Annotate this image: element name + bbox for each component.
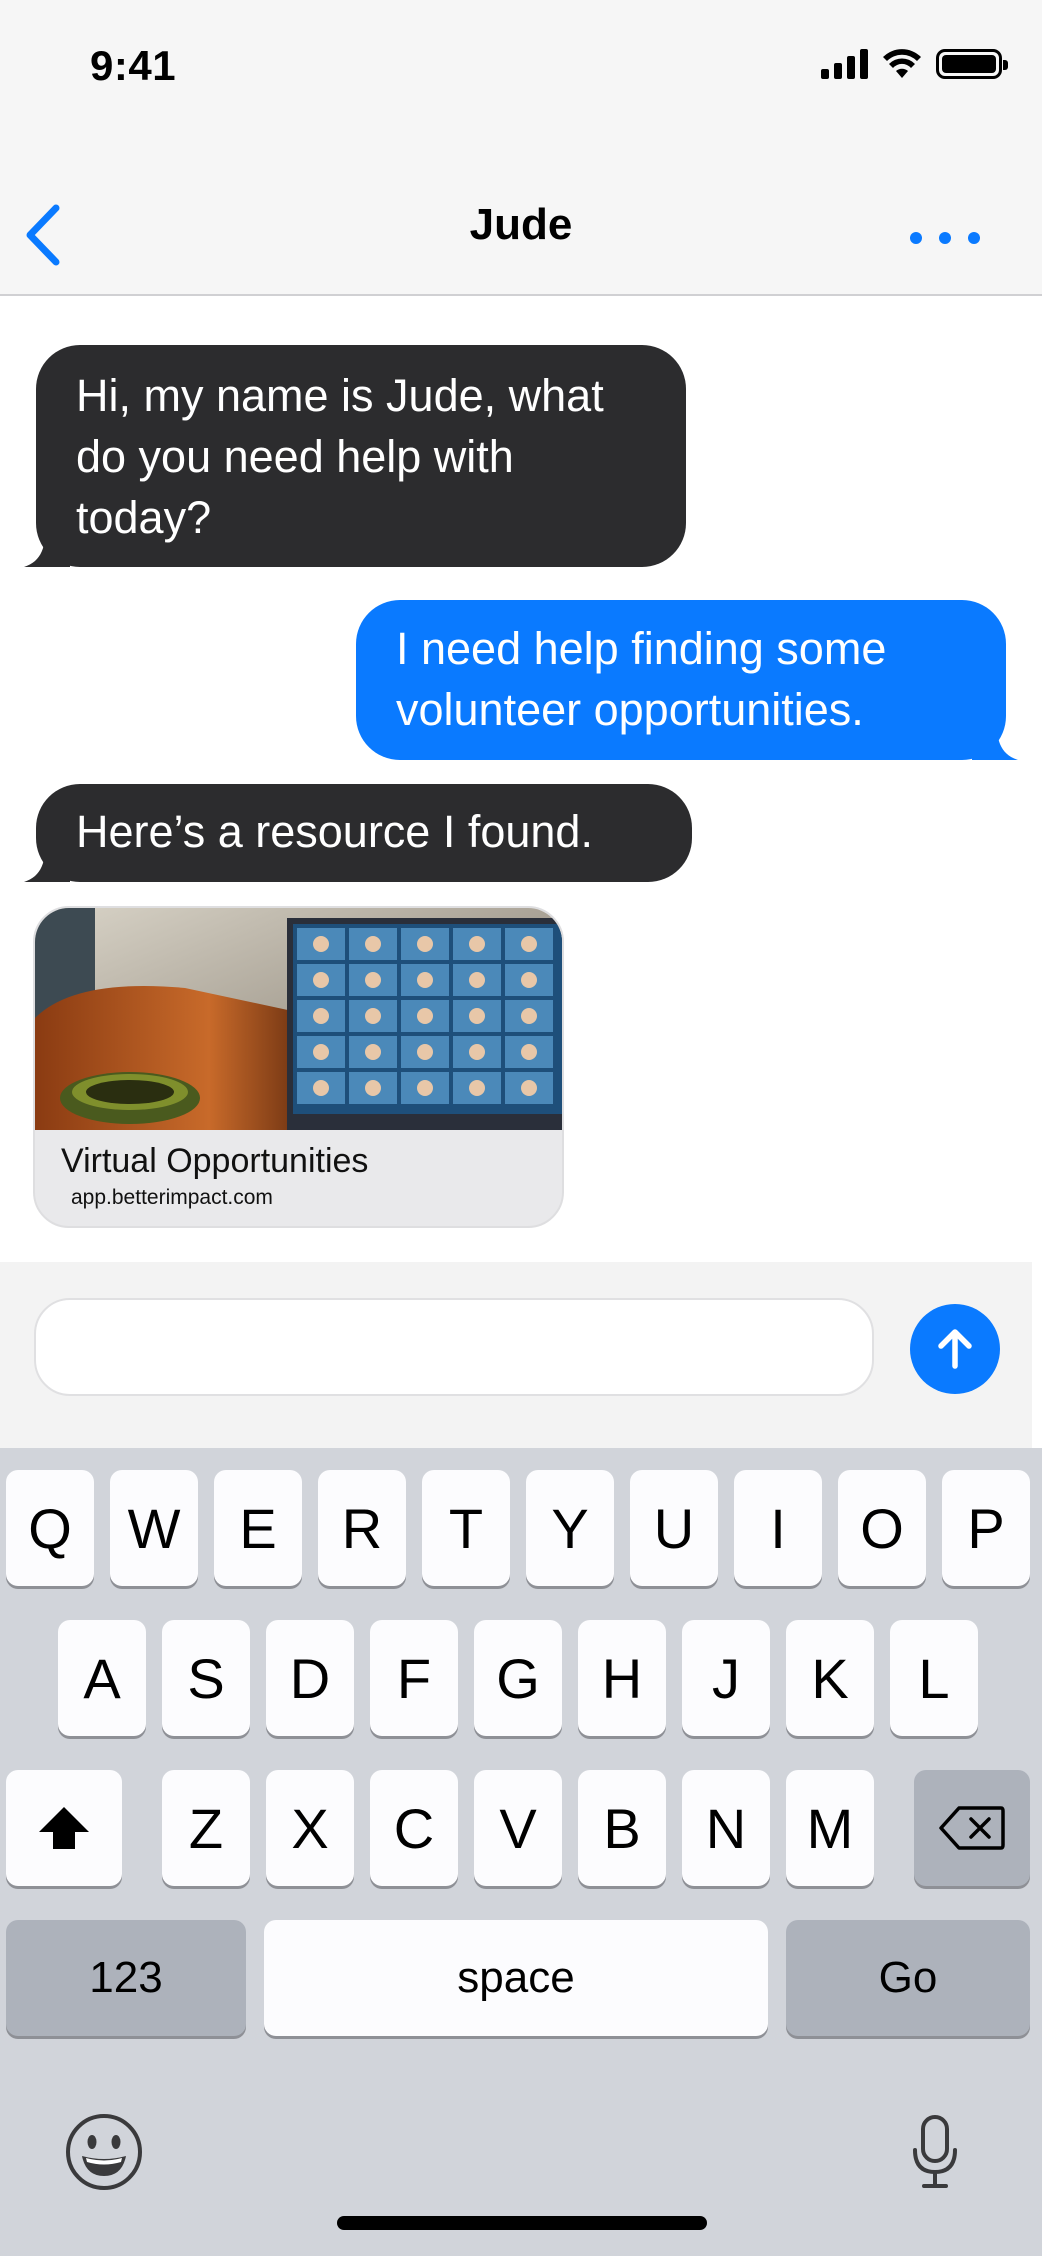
message-text: Hi, my name is Jude, what do you need he… (76, 370, 604, 543)
more-dots-icon[interactable] (910, 224, 980, 252)
key-t[interactable]: T (422, 1470, 510, 1586)
send-button[interactable] (910, 1304, 1000, 1394)
key-c[interactable]: C (370, 1770, 458, 1886)
status-bar: 9:41 (0, 0, 1042, 140)
key-f[interactable]: F (370, 1620, 458, 1736)
microphone-icon (913, 2115, 957, 2188)
key-h[interactable]: H (578, 1620, 666, 1736)
key-l[interactable]: L (890, 1620, 978, 1736)
key-x[interactable]: X (266, 1770, 354, 1886)
outgoing-message: I need help finding some volunteer oppor… (356, 600, 1018, 760)
key-o[interactable]: O (838, 1470, 926, 1586)
delete-key[interactable] (914, 1770, 1030, 1886)
send-arrow-icon (938, 1329, 972, 1369)
key-u[interactable]: U (630, 1470, 718, 1586)
bubble-tail (972, 714, 1018, 760)
link-preview-domain: app.betterimpact.com (71, 1186, 273, 1209)
shift-icon (39, 1807, 89, 1849)
microphone-button[interactable] (912, 2114, 958, 2195)
key-y[interactable]: Y (526, 1470, 614, 1586)
key-b[interactable]: B (578, 1770, 666, 1886)
link-preview-image (35, 908, 562, 1130)
signal-icon (821, 49, 868, 79)
incoming-message: Hi, my name is Jude, what do you need he… (24, 345, 686, 567)
numbers-key[interactable]: 123 (6, 1920, 246, 2036)
key-q[interactable]: Q (6, 1470, 94, 1586)
key-m[interactable]: M (786, 1770, 874, 1886)
key-d[interactable]: D (266, 1620, 354, 1736)
conversation-title: Jude (469, 200, 573, 249)
key-w[interactable]: W (110, 1470, 198, 1586)
battery-icon (936, 49, 1008, 79)
key-p[interactable]: P (942, 1470, 1030, 1586)
message-text: Here’s a resource I found. (76, 806, 593, 857)
key-g[interactable]: G (474, 1620, 562, 1736)
go-key[interactable]: Go (786, 1920, 1030, 2036)
bubble-tail (24, 521, 70, 567)
compose-bar (0, 1262, 1032, 1448)
link-preview-card[interactable]: Virtual Opportunities app.betterimpact.c… (33, 906, 564, 1228)
bubble-tail (24, 836, 70, 882)
key-j[interactable]: J (682, 1620, 770, 1736)
status-icons (821, 48, 1008, 80)
message-text: I need help finding some volunteer oppor… (396, 623, 887, 735)
shift-key[interactable] (6, 1770, 122, 1886)
wifi-icon (883, 49, 921, 78)
key-r[interactable]: R (318, 1470, 406, 1586)
emoji-button[interactable] (64, 2112, 144, 2197)
message-input[interactable] (34, 1298, 874, 1396)
home-indicator[interactable] (337, 2216, 707, 2230)
nav-bar: Jude (0, 140, 1042, 296)
key-i[interactable]: I (734, 1470, 822, 1586)
emoji-icon (66, 2114, 142, 2190)
key-a[interactable]: A (58, 1620, 146, 1736)
key-n[interactable]: N (682, 1770, 770, 1886)
status-time: 9:41 (90, 42, 177, 89)
keyboard: Q W E R T Y U I O P A S D F G H J K L Z … (0, 1448, 1042, 2256)
delete-icon (939, 1806, 1005, 1850)
key-s[interactable]: S (162, 1620, 250, 1736)
key-e[interactable]: E (214, 1470, 302, 1586)
link-preview-title: Virtual Opportunities (61, 1142, 369, 1180)
incoming-message: Here’s a resource I found. (24, 784, 692, 882)
key-v[interactable]: V (474, 1770, 562, 1886)
key-z[interactable]: Z (162, 1770, 250, 1886)
key-k[interactable]: K (786, 1620, 874, 1736)
space-key[interactable]: space (264, 1920, 768, 2036)
